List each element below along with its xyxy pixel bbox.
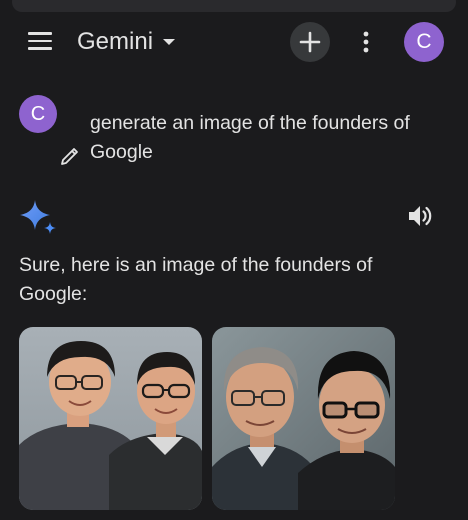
generated-image-2[interactable] [212, 327, 395, 510]
gemini-sparkle-icon [20, 200, 58, 236]
account-avatar[interactable]: C [404, 22, 444, 62]
top-app-bar: Gemini C [0, 20, 468, 64]
volume-icon[interactable] [406, 203, 434, 229]
user-message: generate an image of the founders of Goo… [90, 112, 410, 163]
generated-image-1[interactable] [19, 327, 202, 510]
new-chat-button[interactable] [290, 22, 330, 62]
plus-icon [299, 31, 321, 53]
status-strip [12, 0, 456, 12]
assistant-response: Sure, here is an image of the founders o… [19, 254, 373, 305]
chevron-down-icon[interactable] [163, 39, 175, 45]
menu-icon[interactable] [28, 32, 52, 52]
pencil-icon[interactable] [58, 144, 82, 168]
more-vert-icon[interactable] [356, 28, 376, 56]
user-avatar: C [19, 95, 57, 133]
app-title[interactable]: Gemini [77, 28, 153, 56]
